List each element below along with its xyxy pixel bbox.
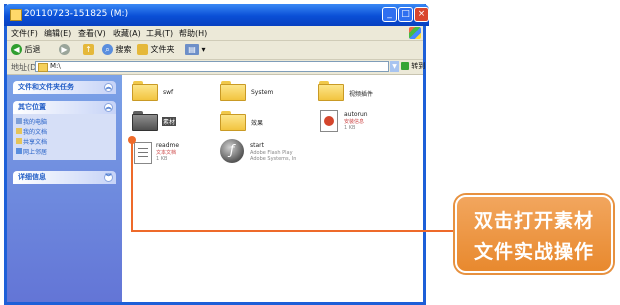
window-title: 20110723-151825 (M:): [24, 9, 129, 19]
instruction-callout: 双击打开素材 文件实战操作: [455, 195, 613, 273]
folder-icon: [220, 81, 246, 101]
minimize-button[interactable]: _: [382, 7, 397, 22]
toolbar: ◀ 后退 ▶ ↑ ⌕ 搜索 文件夹 ▤ ▾: [7, 41, 423, 60]
shared-documents-icon: [16, 138, 22, 144]
panel-title: 详细信息: [18, 173, 46, 181]
back-label: 后退: [24, 45, 41, 54]
search-label: 搜索: [115, 45, 132, 54]
windows-logo-icon: [409, 27, 421, 39]
folder-icon: [38, 63, 48, 72]
menu-help[interactable]: 帮助(H): [179, 28, 207, 39]
drive-icon: [10, 9, 22, 21]
file-list: swf System 视频插件 素材 效果 autorun 安装信息 1 KB: [122, 75, 423, 302]
folder-icon: [220, 111, 246, 131]
go-label: 转到: [411, 62, 426, 70]
menu-edit[interactable]: 编辑(E): [44, 28, 71, 39]
my-documents-icon: [16, 128, 22, 134]
item-name: System: [251, 89, 274, 96]
callout-line-1: 双击打开素材: [473, 210, 594, 232]
link-shared-documents[interactable]: 共享文档: [23, 137, 47, 146]
folders-button[interactable]: 文件夹: [137, 44, 175, 56]
item-size: 1 KB: [156, 156, 168, 162]
folder-icon: [132, 81, 158, 101]
network-places-icon: [16, 148, 22, 154]
task-pane: 文件和文件夹任务 ︽ 其它位置 ︽ 我的电脑 我的文档 共享文档 网上邻居 详细…: [7, 75, 122, 302]
chevron-up-icon[interactable]: ︽: [104, 83, 113, 92]
text-file-icon: [134, 142, 152, 164]
item-company: Adobe Systems, In: [250, 156, 297, 162]
callout-connector-vertical: [131, 140, 133, 232]
panel-header-other-places[interactable]: 其它位置 ︽: [13, 101, 116, 114]
chevron-down-icon[interactable]: ︾: [104, 173, 113, 182]
item-name: 视频插件: [349, 91, 374, 98]
panel-header-details[interactable]: 详细信息 ︾: [13, 171, 116, 184]
title-bar[interactable]: 20110723-151825 (M:) _ □ ×: [4, 4, 429, 26]
up-folder-icon: ↑: [83, 44, 94, 55]
forward-button[interactable]: ▶: [59, 44, 70, 56]
address-dropdown-button[interactable]: ▼: [390, 61, 399, 72]
flash-player-icon: ƒ: [220, 139, 244, 163]
menu-bar: 文件(F) 编辑(E) 查看(V) 收藏(A) 工具(T) 帮助(H): [7, 26, 423, 41]
menu-file[interactable]: 文件(F): [11, 28, 38, 39]
item-size: 1 KB: [344, 125, 356, 131]
item-name: 素材: [162, 117, 177, 126]
item-name: swf: [163, 89, 174, 96]
views-button[interactable]: ▤ ▾: [185, 44, 206, 56]
setup-file-icon: [320, 110, 338, 132]
item-name: readme: [156, 142, 180, 149]
panel-header-file-tasks[interactable]: 文件和文件夹任务 ︽: [13, 81, 116, 94]
search-icon: ⌕: [102, 44, 113, 55]
item-name: start: [250, 142, 264, 149]
callout-connector-horizontal: [131, 230, 455, 232]
menu-tools[interactable]: 工具(T): [146, 28, 173, 39]
up-folder-button[interactable]: ↑: [83, 44, 94, 56]
forward-arrow-icon: ▶: [59, 44, 70, 55]
folders-icon: [137, 44, 148, 55]
search-button[interactable]: ⌕ 搜索: [102, 44, 132, 56]
panel-title: 其它位置: [18, 103, 46, 111]
back-arrow-icon: ◀: [11, 44, 22, 55]
address-value: M:\: [50, 62, 61, 70]
item-name: 效果: [251, 120, 264, 127]
chevron-up-icon[interactable]: ︽: [104, 103, 113, 112]
folder-icon: [318, 81, 344, 101]
views-icon: ▤: [185, 44, 199, 55]
link-network-places[interactable]: 网上邻居: [23, 147, 47, 156]
folder-icon: [132, 111, 158, 131]
maximize-button[interactable]: □: [398, 7, 413, 22]
callout-anchor-dot: [128, 136, 136, 144]
link-my-computer[interactable]: 我的电脑: [23, 117, 47, 126]
go-arrow-icon: [401, 62, 409, 70]
link-my-documents[interactable]: 我的文档: [23, 127, 47, 136]
close-button[interactable]: ×: [414, 7, 429, 22]
address-input[interactable]: M:\: [35, 61, 389, 72]
menu-favorites[interactable]: 收藏(A): [113, 28, 141, 39]
folders-label: 文件夹: [150, 45, 175, 54]
chevron-down-icon: ▾: [201, 45, 206, 54]
explorer-window: 20110723-151825 (M:) _ □ × 文件(F) 编辑(E) 查…: [4, 4, 429, 305]
my-computer-icon: [16, 118, 22, 124]
address-bar: 地址(D) M:\ ▼ 转到: [7, 60, 425, 75]
panel-title: 文件和文件夹任务: [18, 83, 74, 91]
menu-view[interactable]: 查看(V): [78, 28, 106, 39]
callout-line-2: 文件实战操作: [473, 241, 594, 263]
item-name: autorun: [344, 111, 368, 118]
back-button[interactable]: ◀ 后退: [11, 44, 41, 56]
go-button[interactable]: 转到: [401, 61, 425, 72]
other-places-list: 我的电脑 我的文档 共享文档 网上邻居: [13, 114, 116, 160]
